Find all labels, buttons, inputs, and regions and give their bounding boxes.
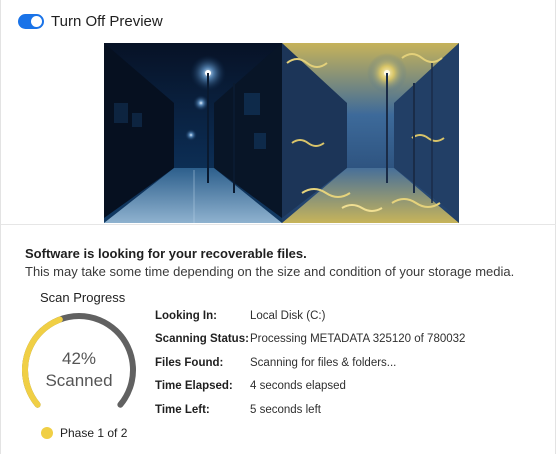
detail-label: Time Elapsed: <box>155 380 233 393</box>
original-preview-image <box>104 43 282 223</box>
detail-value: 4 seconds elapsed <box>250 380 346 393</box>
detail-row: Time Left: 5 seconds left <box>155 398 465 422</box>
detail-value: 5 seconds left <box>250 403 321 416</box>
scan-progress-percent: 42% <box>61 349 97 368</box>
scan-details: Looking In: Local Disk (C:) Scanning Sta… <box>155 304 465 422</box>
stylized-preview-image <box>282 43 459 223</box>
toggle-knob <box>31 15 42 27</box>
status-subline: This may take some time depending on the… <box>25 264 515 279</box>
detail-row: Scanning Status: Processing METADATA 325… <box>155 328 465 352</box>
preview-toggle-row[interactable]: Turn Off Preview <box>18 10 163 32</box>
detail-value: Processing METADATA 325120 of 780032 <box>250 333 466 346</box>
detail-value: Local Disk (C:) <box>250 309 326 322</box>
phase-label: Phase 1 of 2 <box>60 426 128 440</box>
image-preview <box>104 43 459 223</box>
detail-label: Time Left: <box>155 403 210 416</box>
detail-value: Scanning for files & folders... <box>250 356 397 369</box>
scan-panel: Turn Off Preview Software is looking for… <box>0 0 556 454</box>
divider <box>1 224 556 225</box>
phase-indicator: Phase 1 of 2 <box>41 426 127 440</box>
detail-row: Files Found: Scanning for files & folder… <box>155 351 465 375</box>
preview-toggle[interactable] <box>18 13 44 29</box>
detail-label: Looking In: <box>155 309 217 322</box>
status-headline: Software is looking for your recoverable… <box>25 246 307 261</box>
detail-row: Time Elapsed: 4 seconds elapsed <box>155 375 465 399</box>
detail-label: Files Found: <box>155 356 224 369</box>
detail-row: Looking In: Local Disk (C:) <box>155 304 465 328</box>
scan-progress-caption: Scanned <box>45 371 113 390</box>
scan-progress-title: Scan Progress <box>40 290 126 305</box>
preview-toggle-label[interactable]: Turn Off Preview <box>51 13 163 30</box>
phase-dot-icon <box>41 427 53 439</box>
detail-label: Scanning Status: <box>155 333 249 346</box>
